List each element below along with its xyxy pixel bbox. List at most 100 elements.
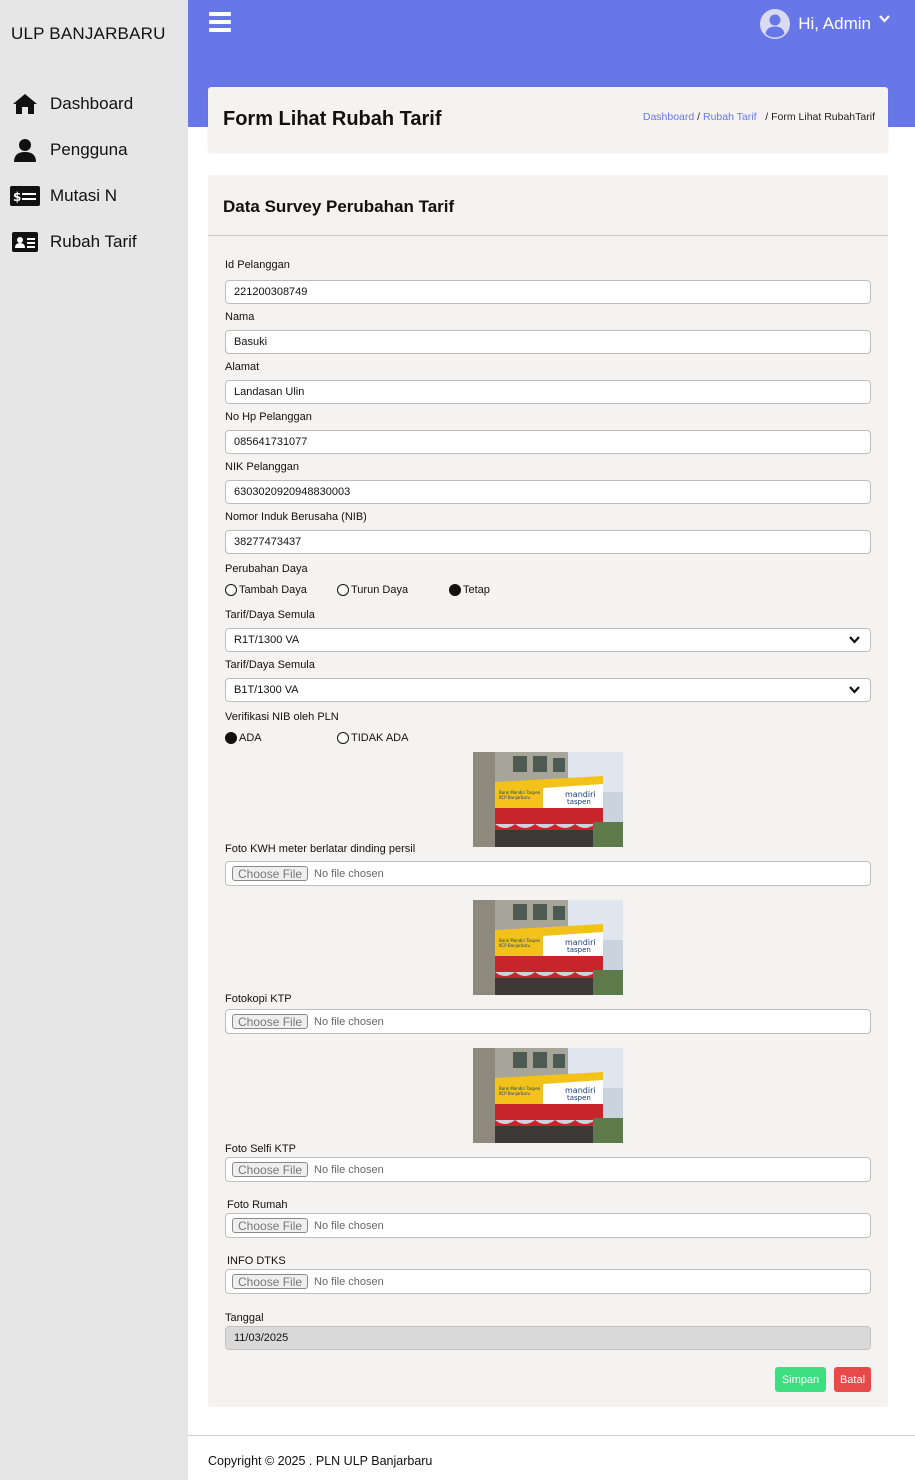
save-button[interactable]: Simpan — [775, 1367, 826, 1392]
choose-file-button[interactable]: Choose File — [232, 1162, 309, 1177]
upload-rumah-label: Foto Rumah — [227, 1199, 288, 1211]
verifikasi-nib-label: Verifikasi NIB oleh PLN — [225, 711, 339, 723]
choose-file-button[interactable]: Choose File — [232, 866, 309, 881]
id-card-icon — [10, 229, 40, 255]
tanggal-value: 11/03/2025 — [234, 1332, 289, 1344]
photo-sign-brand: taspen — [567, 1094, 591, 1102]
radio-circle-selected — [225, 732, 237, 744]
radio-label: ADA — [239, 732, 262, 744]
user-greeting: Hi, Admin — [798, 14, 871, 33]
id-pelanggan-value: 221200308749 — [234, 286, 308, 298]
radio-circle — [337, 584, 349, 596]
sidebar-item-label: Pengguna — [50, 140, 128, 159]
choose-file-button[interactable]: Choose File — [232, 1014, 309, 1029]
nik-field[interactable]: 6303020920948830003 — [225, 480, 871, 504]
tarif-semula-label: Tarif/Daya Semula — [225, 609, 315, 621]
upload-kwh-label: Foto KWH meter berlatar dinding persil — [225, 843, 416, 855]
kwh-meter-photo: Bank Mandiri Taspen KCP Banjarbaru mandi… — [473, 752, 623, 847]
upload-selfie-label: Foto Selfi KTP — [225, 1143, 296, 1155]
sidebar-item-label: Mutasi N — [50, 186, 118, 205]
upload-ktp-input[interactable]: Choose File No file chosen — [225, 1009, 871, 1034]
photo-sign-brand: taspen — [567, 946, 591, 954]
radio-tetap[interactable]: Tetap — [449, 584, 490, 596]
page-title: Form Lihat Rubah Tarif — [223, 108, 442, 130]
form-card-header: Data Survey Perubahan Tarif — [208, 175, 888, 236]
file-status: No file chosen — [314, 867, 384, 880]
nik-label: NIK Pelanggan — [225, 461, 299, 473]
radio-circle-selected — [449, 584, 461, 596]
choose-file-button[interactable]: Choose File — [232, 1218, 309, 1233]
no-hp-label: No Hp Pelanggan — [225, 411, 312, 423]
sidebar-item-rubah-tarif[interactable]: Rubah Tarif — [10, 227, 137, 257]
radio-tidak-ada[interactable]: TIDAK ADA — [337, 732, 408, 744]
radio-label: Tambah Daya — [239, 584, 307, 596]
radio-circle — [225, 584, 237, 596]
nama-label: Nama — [225, 311, 255, 323]
id-pelanggan-field[interactable]: 221200308749 — [225, 280, 871, 304]
menu-toggle-icon[interactable] — [209, 12, 231, 36]
tarif-semula-value: R1T/1300 VA — [234, 634, 300, 646]
alamat-value: Landasan Ulin — [234, 386, 305, 398]
radio-label: TIDAK ADA — [351, 732, 409, 744]
alamat-field[interactable]: Landasan Ulin — [225, 380, 871, 404]
tarif-baru-select[interactable]: B1T/1300 VA — [225, 678, 871, 702]
sidebar-item-pengguna[interactable]: Pengguna — [10, 135, 128, 165]
user-menu[interactable]: Hi, Admin — [760, 9, 890, 39]
upload-selfie-input[interactable]: Choose File No file chosen — [225, 1157, 871, 1182]
chevron-down-icon — [879, 10, 890, 28]
footer-copyright: Copyright © 2025 . PLN ULP Banjarbaru — [208, 1454, 433, 1468]
nik-value: 6303020920948830003 — [234, 486, 351, 498]
upload-rumah-input[interactable]: Choose File No file chosen — [225, 1213, 871, 1238]
nib-value: 38277473437 — [234, 536, 302, 548]
file-status: No file chosen — [314, 1163, 384, 1176]
breadcrumb-current: Form Lihat RubahTarif — [771, 111, 875, 123]
radio-label: Turun Daya — [351, 584, 409, 596]
selfie-ktp-photo: Bank Mandiri Taspen KCP Banjarbaru mandi… — [473, 1048, 623, 1143]
photo-sign-text: KCP Banjarbaru — [499, 943, 530, 948]
photo-sign-text: KCP Banjarbaru — [499, 1091, 530, 1096]
perubahan-daya-label: Perubahan Daya — [225, 563, 308, 575]
breadcrumb-link-dashboard[interactable]: Dashboard — [643, 111, 694, 123]
nib-field[interactable]: 38277473437 — [225, 530, 871, 554]
photo-sign-text: KCP Banjarbaru — [499, 795, 530, 800]
no-hp-value: 085641731077 — [234, 436, 308, 448]
radio-turun-daya[interactable]: Turun Daya — [337, 584, 408, 596]
no-hp-field[interactable]: 085641731077 — [225, 430, 871, 454]
file-status: No file chosen — [314, 1219, 384, 1232]
page-header-card: Form Lihat Rubah Tarif Dashboard / Rubah… — [208, 87, 888, 153]
radio-circle — [337, 732, 349, 744]
tanggal-label: Tanggal — [225, 1312, 264, 1324]
nama-value: Basuki — [234, 336, 268, 348]
brand-title: ULP BANJARBARU — [11, 24, 166, 43]
upload-dtks-label: INFO DTKS — [227, 1255, 286, 1267]
upload-ktp-label: Fotokopi KTP — [225, 993, 292, 1005]
breadcrumb-link-rubah-tarif[interactable]: Rubah Tarif — [703, 111, 757, 123]
choose-file-button[interactable]: Choose File — [232, 1274, 309, 1289]
user-icon — [10, 137, 40, 163]
footer-divider — [188, 1435, 915, 1436]
sidebar-item-mutasi[interactable]: $ Mutasi N — [10, 181, 117, 211]
tarif-baru-label: Tarif/Daya Semula — [225, 659, 315, 671]
breadcrumb-separator: / — [759, 111, 772, 123]
chevron-down-icon — [849, 685, 860, 697]
breadcrumb: Dashboard / Rubah Tarif / Form Lihat Rub… — [643, 111, 875, 123]
tarif-semula-select[interactable]: R1T/1300 VA — [225, 628, 871, 652]
cancel-button[interactable]: Batal — [834, 1367, 871, 1392]
upload-kwh-input[interactable]: Choose File No file chosen — [225, 861, 871, 886]
ktp-photo: Bank Mandiri Taspen KCP Banjarbaru mandi… — [473, 900, 623, 995]
sidebar-item-dashboard[interactable]: Dashboard — [10, 89, 133, 119]
radio-ada[interactable]: ADA — [225, 732, 262, 744]
svg-text:$: $ — [13, 190, 21, 204]
file-status: No file chosen — [314, 1275, 384, 1288]
radio-label: Tetap — [463, 584, 490, 596]
form-title: Data Survey Perubahan Tarif — [223, 197, 455, 216]
home-icon — [10, 91, 40, 117]
nama-field[interactable]: Basuki — [225, 330, 871, 354]
sidebar-item-label: Rubah Tarif — [50, 232, 137, 251]
tanggal-field: 11/03/2025 — [225, 1326, 871, 1350]
upload-dtks-input[interactable]: Choose File No file chosen — [225, 1269, 871, 1294]
sidebar: ULP BANJARBARU Dashboard Pengguna $ Muta… — [0, 0, 188, 1480]
id-pelanggan-label: Id Pelanggan — [225, 259, 290, 271]
chevron-down-icon — [849, 635, 860, 647]
radio-tambah-daya[interactable]: Tambah Daya — [225, 584, 307, 596]
